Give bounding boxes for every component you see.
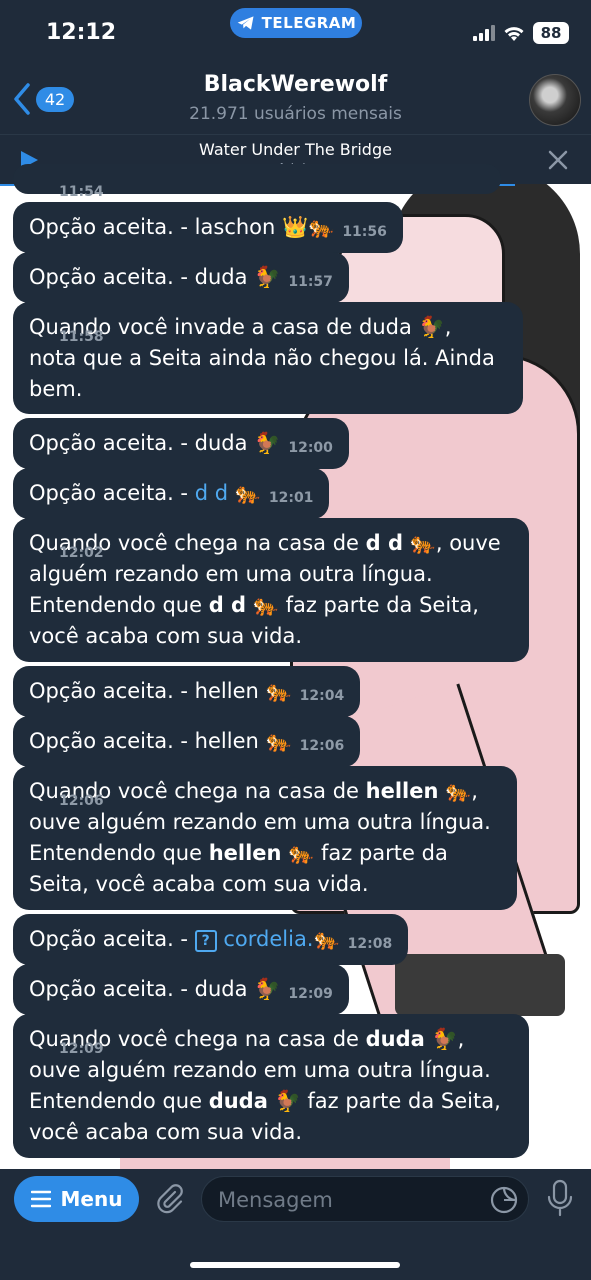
message-input[interactable] [218,1185,468,1215]
message-bubble[interactable]: Opção aceita. - hellen 🐅 12:06 [13,716,361,767]
message-bubble[interactable]: Opção aceita. - laschon 👑🐅 11:56 [13,202,403,253]
message-bubble[interactable]: Quando você chega na casa de duda 🐓, ouv… [13,1014,529,1158]
message-text: Opção aceita. - duda [29,265,255,289]
emoji: 🐅 [228,481,261,505]
message-time: 11:58 [59,329,104,345]
message-bubble[interactable]: Opção aceita. - ? cordelia.🐅 12:08 [13,914,409,965]
paperclip-icon[interactable] [154,1183,186,1215]
emoji: 🐓 [254,431,281,455]
message-time: 11:56 [342,224,387,240]
message-bubble[interactable]: Opção aceita. - duda 🐓 12:09 [13,964,349,1015]
message-text: Opção aceita. - hellen [29,729,266,753]
message-time: 12:02 [59,545,104,561]
mention-link[interactable]: d d [195,481,228,505]
message-time: 12:09 [288,986,333,1002]
status-bar: 12:12 TELEGRAM 88 [0,0,591,62]
status-time: 12:12 [46,20,117,45]
bot-avatar[interactable] [529,74,581,126]
emoji: 🐅 [313,927,340,951]
message-text: Opção aceita. - hellen [29,679,266,703]
emoji: 🐅 [265,729,292,753]
emoji: 🐓 [254,265,281,289]
message-text: Opção aceita. - duda [29,977,255,1001]
message-text: Opção aceita. - [29,927,195,951]
message-time: 12:06 [299,738,345,754]
menu-button-label: Menu [60,1187,123,1211]
message-time: 12:08 [347,936,393,952]
chat-title[interactable]: BlackWerewolf [0,72,591,97]
telegram-pill-label: TELEGRAM [261,14,357,32]
telegram-pill[interactable]: TELEGRAM [230,8,362,38]
message-text: Opção aceita. - laschon [29,215,283,239]
message-bubble[interactable]: Opção aceita. - duda 🐓 12:00 [13,418,349,469]
sticker-icon[interactable] [490,1186,518,1214]
mention-link[interactable]: cordelia. [217,927,313,951]
unknown-emoji-icon: ? [194,930,217,952]
message-time: 11:54 [59,184,104,200]
message-time: 12:04 [299,688,345,704]
message-time: 12:09 [59,1041,104,1057]
signal-icon [473,25,495,41]
status-indicators: 88 [473,22,569,44]
message-bubble-partial: 11:54 [13,164,501,200]
message-bubble[interactable]: Opção aceita. - d d 🐅 12:01 [13,468,330,519]
message-time: 12:00 [288,440,333,456]
wifi-icon [504,26,524,41]
emoji: 👑🐅 [282,215,335,239]
message-bubble[interactable]: Opção aceita. - duda 🐓 11:57 [13,252,349,303]
track-title: Water Under The Bridge [199,140,392,159]
close-icon[interactable] [547,149,569,171]
hamburger-icon [30,1190,51,1208]
message-text: Opção aceita. - duda [29,431,255,455]
message-bubble[interactable]: Quando você chega na casa de hellen 🐅, o… [13,766,517,910]
bot-menu-button[interactable]: Menu [14,1176,139,1222]
chat-subtitle: 21.971 usuários mensais [189,104,402,124]
message-bubble[interactable]: Quando você chega na casa de d d 🐅, ouve… [13,518,529,662]
chat-header: 42 BlackWerewolf 21.971 usuários mensais [0,62,591,134]
battery-icon: 88 [533,22,569,44]
microphone-icon[interactable] [546,1179,574,1217]
message-list[interactable]: 11:54 Opção aceita. - laschon 👑🐅 11:56 Op… [0,164,591,1169]
message-text: Opção aceita. - [29,481,195,505]
emoji: 🐓 [254,977,281,1001]
message-bubble[interactable]: Opção aceita. - hellen 🐅 12:04 [13,666,361,717]
message-time: 11:57 [288,274,333,290]
home-indicator [190,1262,400,1268]
emoji: 🐅 [265,679,292,703]
telegram-plane-icon [237,16,254,30]
message-time: 12:06 [59,793,104,809]
message-time: 12:01 [268,490,314,506]
message-bubble[interactable]: Quando você invade a casa de duda 🐓, not… [13,302,523,414]
message-field[interactable] [201,1176,529,1222]
